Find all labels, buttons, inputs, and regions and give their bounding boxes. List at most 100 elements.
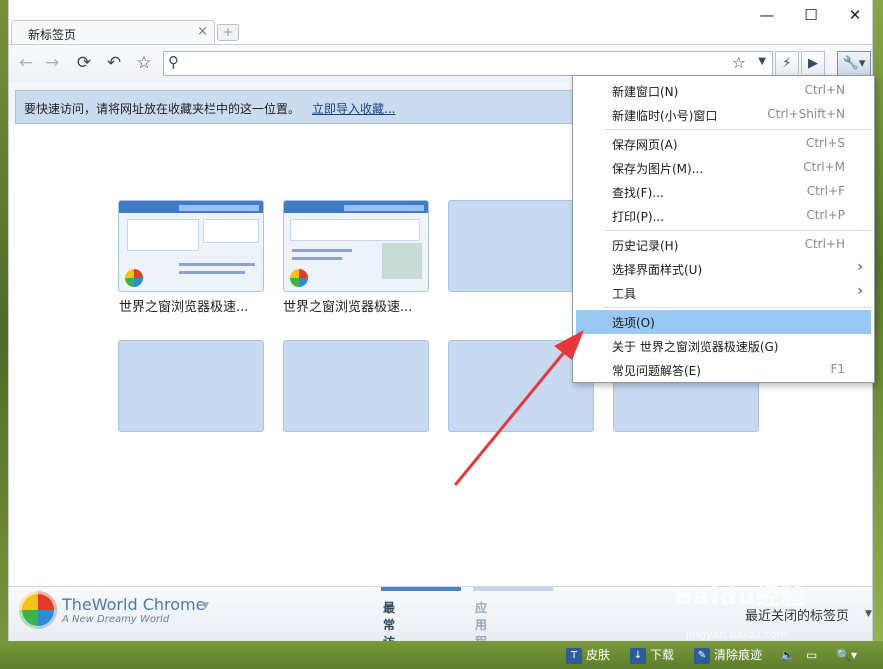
download-label: 下载: [650, 648, 675, 662]
download-button[interactable]: ↓ 下载: [630, 645, 674, 665]
skin-label: 皮肤: [586, 648, 611, 662]
broom-icon: ✎: [694, 647, 710, 664]
chevron-down-icon[interactable]: ▼: [202, 601, 209, 611]
brand-name[interactable]: TheWorld Chrome: [62, 595, 205, 614]
address-bar[interactable]: ⚲ ☆ ▼: [163, 51, 773, 76]
status-bar: T 皮肤 ↓ 下载 ✎ 清除痕迹 🔈 ▭ 🔍▾: [0, 641, 883, 669]
brand-slogan: A New Dreamy World: [62, 614, 170, 625]
skin-button[interactable]: T 皮肤: [566, 645, 610, 665]
empty-thumbnail[interactable]: [283, 340, 429, 432]
thumbnail-preview: [203, 219, 259, 243]
menu-item-label: 查找(F)...: [612, 186, 664, 200]
menu-item-label: 选择界面样式(U): [612, 263, 703, 277]
lightning-icon[interactable]: ⚡: [775, 51, 799, 76]
shirt-icon: T: [566, 647, 582, 664]
menu-separator: [603, 230, 871, 231]
menu-item-find[interactable]: 查找(F)... Ctrl+F: [576, 180, 871, 204]
menu-item-label: 新建临时(小号)窗口: [612, 109, 718, 123]
menu-item-history[interactable]: 历史记录(H) Ctrl+H: [576, 233, 871, 257]
menu-separator: [603, 129, 871, 130]
most-visited-thumbnail[interactable]: [283, 200, 429, 292]
menu-item-label: 常见问题解答(E): [612, 364, 701, 378]
sound-icon[interactable]: 🔈: [780, 645, 795, 665]
menu-item-label: 保存网页(A): [612, 138, 678, 152]
thumbnail-preview: [344, 205, 424, 211]
menu-item-new-window[interactable]: 新建窗口(N) Ctrl+N: [576, 79, 871, 103]
most-visited-thumbnail[interactable]: [118, 200, 264, 292]
thumbnail-preview: [382, 243, 422, 279]
menu-item-save-as-image[interactable]: 保存为图片(M)... Ctrl+M: [576, 156, 871, 180]
import-bookmarks-link[interactable]: 立即导入收藏...: [312, 100, 395, 117]
thumbnail-label[interactable]: 世界之窗浏览器极速...: [119, 296, 248, 315]
thumbnail-preview: [179, 263, 255, 266]
menu-item-tools[interactable]: 工具 ›: [576, 281, 871, 305]
reload-icon[interactable]: ⟳: [73, 52, 95, 74]
wrench-icon: 🔧▾: [842, 56, 866, 71]
thumbnail-preview: [179, 205, 259, 211]
favorite-star-icon[interactable]: ☆: [732, 53, 746, 72]
menu-item-shortcut: Ctrl+H: [804, 237, 845, 251]
menu-separator: [603, 307, 871, 308]
menu-item-label: 新建窗口(N): [612, 85, 679, 99]
clear-traces-button[interactable]: ✎ 清除痕迹: [694, 645, 762, 665]
search-icon: ⚲: [168, 53, 179, 71]
back-icon[interactable]: ←: [15, 52, 37, 74]
thumbnail-preview: [179, 271, 245, 274]
menu-item-options[interactable]: 选项(O): [576, 310, 871, 334]
close-window-button[interactable]: ✕: [837, 4, 873, 26]
browser-logo-icon: [290, 269, 308, 287]
download-icon: ↓: [630, 647, 646, 664]
new-tab-button[interactable]: +: [217, 24, 239, 41]
chevron-right-icon: ›: [857, 259, 863, 275]
menu-item-about[interactable]: 关于 世界之窗浏览器极速版(G): [576, 334, 871, 358]
menu-item-new-incognito-window[interactable]: 新建临时(小号)窗口 Ctrl+Shift+N: [576, 103, 871, 127]
theworld-logo-icon: [19, 591, 57, 629]
thumbnail-preview: [290, 219, 420, 241]
chevron-right-icon: ›: [857, 283, 863, 299]
menu-item-label: 选项(O): [612, 316, 655, 330]
browser-logo-icon: [125, 269, 143, 287]
desktop-background-left: [0, 0, 8, 669]
watermark-url: jingyan.baidu.com: [686, 628, 788, 641]
screenshot-icon[interactable]: ▭: [806, 645, 817, 665]
chevron-down-icon[interactable]: ▼: [758, 56, 766, 67]
tab-indicator: [473, 587, 553, 591]
tab-close-icon[interactable]: ×: [197, 24, 208, 39]
infobar-text: 要快速访问，请将网址放在收藏夹栏中的这一位置。: [24, 102, 301, 116]
menu-item-shortcut: Ctrl+M: [803, 160, 845, 174]
tab-new-tab[interactable]: 新标签页 ×: [11, 20, 215, 46]
thumbnail-preview: [292, 249, 352, 252]
tab-title: 新标签页: [28, 28, 77, 42]
minimize-button[interactable]: —: [749, 4, 785, 26]
undo-icon[interactable]: ↶: [103, 52, 125, 74]
play-icon[interactable]: ▶: [801, 51, 825, 76]
zoom-icon[interactable]: 🔍▾: [836, 645, 857, 665]
menu-item-label: 打印(P)...: [612, 210, 665, 224]
menu-item-shortcut: F1: [830, 362, 845, 376]
menu-item-print[interactable]: 打印(P)... Ctrl+P: [576, 204, 871, 228]
wrench-dropdown-menu: 新建窗口(N) Ctrl+N 新建临时(小号)窗口 Ctrl+Shift+N 保…: [572, 75, 875, 383]
menu-item-label: 保存为图片(M)...: [612, 162, 704, 176]
wrench-menu-button[interactable]: 🔧▾: [837, 51, 871, 76]
thumbnail-preview: [127, 219, 199, 251]
thumbnail-preview: [292, 257, 342, 260]
menu-item-shortcut: Ctrl+S: [805, 136, 845, 150]
maximize-button[interactable]: ☐: [793, 4, 829, 26]
menu-item-label: 关于 世界之窗浏览器极速版(G): [612, 340, 779, 354]
menu-item-shortcut: Ctrl+Shift+N: [767, 107, 845, 121]
clear-label: 清除痕迹: [714, 648, 763, 662]
menu-item-shortcut: Ctrl+N: [804, 83, 845, 97]
tab-indicator: [381, 587, 461, 591]
menu-item-label: 工具: [612, 287, 637, 301]
menu-item-faq[interactable]: 常见问题解答(E) F1: [576, 358, 871, 382]
chevron-down-icon[interactable]: ▼: [865, 609, 872, 619]
empty-thumbnail[interactable]: [118, 340, 264, 432]
menu-item-shortcut: Ctrl+F: [806, 184, 845, 198]
menu-item-label: 历史记录(H): [612, 239, 679, 253]
menu-item-ui-style[interactable]: 选择界面样式(U) ›: [576, 257, 871, 281]
forward-icon[interactable]: →: [41, 52, 63, 74]
thumbnail-label[interactable]: 世界之窗浏览器极速...: [283, 296, 412, 315]
menu-item-save-page[interactable]: 保存网页(A) Ctrl+S: [576, 132, 871, 156]
baidu-watermark-logo: Baidu经验: [674, 582, 806, 610]
bookmark-star-icon[interactable]: ☆: [133, 52, 155, 74]
